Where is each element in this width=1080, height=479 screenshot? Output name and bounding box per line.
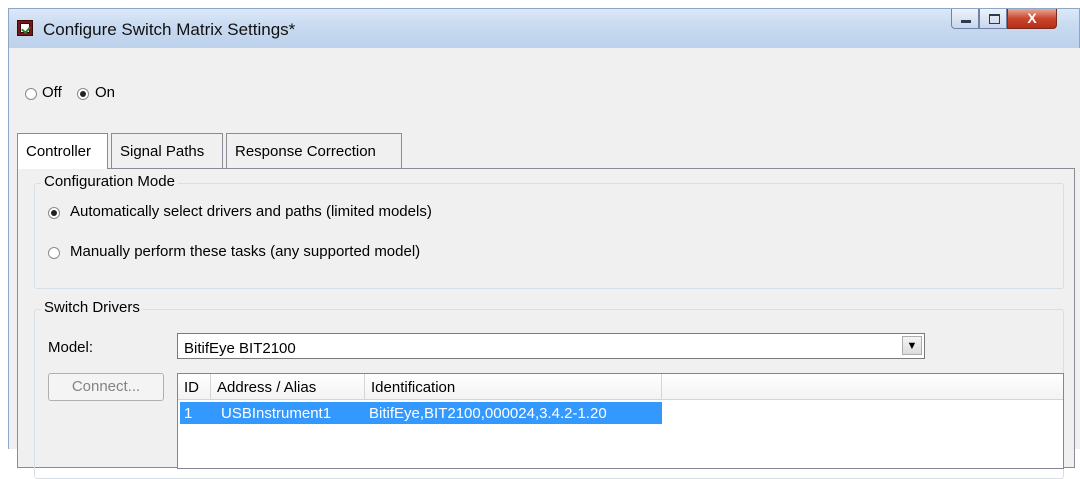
radio-auto-select-label[interactable]: Automatically select drivers and paths (… bbox=[70, 203, 432, 220]
column-header-alias[interactable]: Address / Alias bbox=[211, 374, 365, 400]
connect-button[interactable]: Connect... bbox=[48, 373, 164, 401]
column-header-identification[interactable]: Identification bbox=[365, 374, 662, 400]
window: Configure Switch Matrix Settings* X Off … bbox=[8, 8, 1080, 479]
radio-off[interactable] bbox=[25, 88, 37, 100]
configuration-mode-group bbox=[34, 183, 1064, 289]
cell-identification: BitifEye,BIT2100,000024,3.4.2-1.20 bbox=[369, 405, 607, 422]
minimize-button[interactable] bbox=[951, 9, 979, 29]
switch-drivers-legend: Switch Drivers bbox=[41, 299, 143, 316]
tab-signal-paths[interactable]: Signal Paths bbox=[111, 133, 223, 169]
radio-on-label[interactable]: On bbox=[95, 84, 115, 101]
tab-controller[interactable]: Controller bbox=[17, 133, 108, 169]
close-icon: X bbox=[1027, 10, 1037, 26]
model-select-value: BitifEye BIT2100 bbox=[184, 340, 296, 357]
column-header-id[interactable]: ID bbox=[178, 374, 211, 400]
model-label: Model: bbox=[48, 339, 94, 356]
tab-response-correction[interactable]: Response Correction bbox=[226, 133, 402, 169]
dialog-body: Off On Controller Signal Paths Response … bbox=[8, 48, 1080, 479]
radio-manual[interactable] bbox=[48, 247, 60, 259]
column-header-filler bbox=[662, 374, 1063, 400]
cell-alias: USBInstrument1 bbox=[221, 405, 332, 422]
table-row[interactable]: 1 USBInstrument1 BitifEye,BIT2100,000024… bbox=[180, 402, 662, 424]
drivers-list[interactable]: ID Address / Alias Identification 1 USBI… bbox=[177, 373, 1064, 469]
drivers-list-header: ID Address / Alias Identification bbox=[178, 374, 1063, 400]
title-bar[interactable]: Configure Switch Matrix Settings* X bbox=[8, 8, 1080, 48]
tab-panel-controller: Configuration Mode Automatically select … bbox=[17, 168, 1075, 479]
radio-off-label[interactable]: Off bbox=[42, 84, 62, 101]
maximize-icon bbox=[989, 14, 1000, 24]
radio-auto-select[interactable] bbox=[48, 207, 60, 219]
radio-on[interactable] bbox=[77, 88, 89, 100]
configuration-mode-legend: Configuration Mode bbox=[41, 173, 178, 190]
window-title: Configure Switch Matrix Settings* bbox=[43, 20, 296, 39]
minimize-icon bbox=[961, 20, 971, 23]
close-button[interactable]: X bbox=[1007, 9, 1057, 29]
caption-buttons: X bbox=[951, 9, 1057, 31]
radio-manual-label[interactable]: Manually perform these tasks (any suppor… bbox=[70, 243, 420, 260]
cell-id: 1 bbox=[184, 405, 193, 422]
app-checklist-icon bbox=[17, 20, 33, 36]
maximize-button[interactable] bbox=[979, 9, 1007, 29]
chevron-down-icon[interactable]: ▼ bbox=[902, 336, 922, 355]
model-select[interactable]: BitifEye BIT2100 ▼ bbox=[177, 333, 925, 359]
